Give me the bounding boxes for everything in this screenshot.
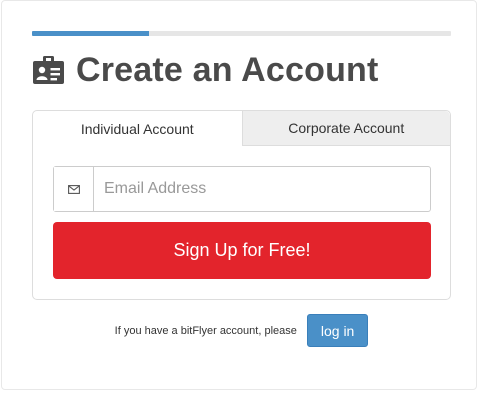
- signup-form-panel: Individual Account Corporate Account Sig…: [32, 110, 451, 300]
- email-addon: [54, 167, 94, 211]
- log-in-button[interactable]: log in: [306, 314, 369, 347]
- signup-progress-bar: [32, 31, 451, 36]
- email-input[interactable]: [94, 167, 430, 211]
- tab-individual-account[interactable]: Individual Account: [33, 111, 242, 146]
- id-card-icon: [33, 56, 64, 84]
- signup-card: Create an Account Individual Account Cor…: [1, 0, 477, 390]
- page-title: Create an Account: [76, 50, 379, 89]
- signup-progress-fill: [32, 31, 150, 36]
- tab-corporate-account[interactable]: Corporate Account: [241, 111, 450, 146]
- sign-up-button[interactable]: Sign Up for Free!: [53, 222, 431, 279]
- login-row: If you have a bitFlyer account, please l…: [2, 314, 479, 347]
- account-type-tabs: Individual Account Corporate Account: [33, 111, 450, 146]
- login-prompt: If you have a bitFlyer account, please: [114, 324, 297, 337]
- email-field-group: [53, 166, 431, 212]
- page-header: Create an Account: [33, 49, 379, 91]
- envelope-icon: [67, 184, 80, 194]
